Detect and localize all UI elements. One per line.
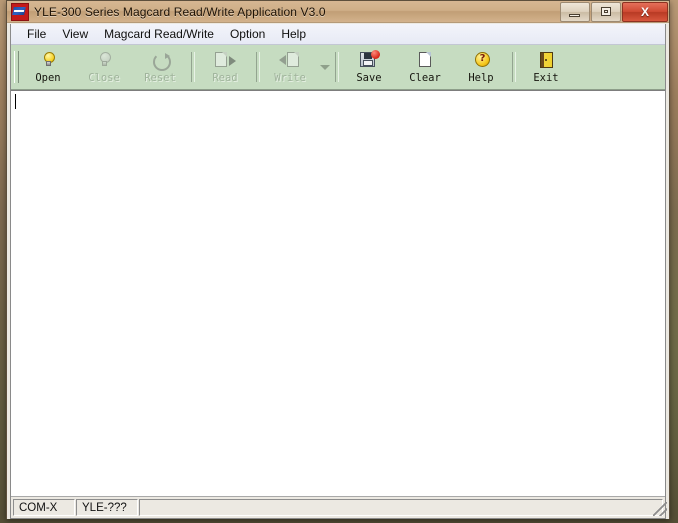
toolbar-label-close: Close (88, 71, 120, 84)
toolbar-button-help[interactable]: ? Help (453, 45, 509, 89)
minimize-button[interactable] (560, 2, 590, 22)
chevron-down-icon[interactable] (318, 45, 332, 89)
window-inner-panel: File View Magcard Read/Write Option Help… (10, 24, 666, 519)
menu-item-option[interactable]: Option (222, 25, 273, 43)
toolbar-button-reset[interactable]: Reset (132, 45, 188, 89)
write-card-icon (279, 51, 301, 71)
menu-item-file[interactable]: File (19, 25, 54, 43)
toolbar-button-write[interactable]: Write (262, 45, 318, 89)
menu-item-view[interactable]: View (54, 25, 96, 43)
status-bar: COM-X YLE-??? (11, 496, 665, 518)
toolbar-separator-1 (188, 45, 197, 89)
log-text-area[interactable] (11, 90, 665, 496)
toolbar-button-clear[interactable]: Clear (397, 45, 453, 89)
toolbar-label-help: Help (468, 71, 494, 84)
toolbar-button-exit[interactable]: Exit (518, 45, 574, 89)
toolbar-label-save: Save (356, 71, 382, 84)
toolbar-label-exit: Exit (533, 71, 559, 84)
toolbar-button-open[interactable]: Open (20, 45, 76, 89)
floppy-save-icon (358, 49, 380, 71)
status-panel-message (139, 499, 663, 516)
lightbulb-icon (37, 51, 59, 71)
question-mark-icon: ? (470, 51, 492, 71)
menu-bar: File View Magcard Read/Write Option Help (11, 24, 665, 45)
toolbar-label-clear: Clear (409, 71, 441, 84)
toolbar-separator-2 (253, 45, 262, 89)
toolbar-button-save[interactable]: Save (341, 45, 397, 89)
toolbar-separator-4 (509, 45, 518, 89)
toolbar-drag-handle[interactable] (13, 45, 20, 89)
app-icon-stripe-shape (13, 9, 25, 12)
window-controls: X (559, 2, 668, 22)
toolbar: Open Close Reset Read Write Save Clear ?… (11, 45, 665, 90)
title-bar: YLE-300 Series Magcard Read/Write Applic… (7, 1, 669, 23)
lightbulb-off-icon (93, 51, 115, 71)
read-card-icon (214, 51, 236, 71)
toolbar-label-open: Open (35, 71, 61, 84)
maximize-icon (601, 7, 611, 16)
window-title: YLE-300 Series Magcard Read/Write Applic… (34, 4, 326, 19)
application-window: YLE-300 Series Magcard Read/Write Applic… (6, 0, 670, 519)
maximize-button[interactable] (591, 2, 621, 22)
menu-item-magcard-read-write[interactable]: Magcard Read/Write (96, 25, 222, 43)
status-panel-port: COM-X (13, 499, 75, 516)
blank-page-icon (414, 51, 436, 71)
close-button[interactable]: X (622, 2, 668, 22)
close-icon: X (640, 5, 649, 19)
menu-item-help[interactable]: Help (273, 25, 314, 43)
window-client-area: File View Magcard Read/Write Option Help… (7, 23, 669, 519)
toolbar-button-read[interactable]: Read (197, 45, 253, 89)
resize-grip[interactable] (653, 502, 667, 516)
exit-door-icon (535, 51, 557, 71)
toolbar-label-reset: Reset (144, 71, 176, 84)
magcard-app-icon (11, 2, 29, 21)
toolbar-label-write: Write (274, 71, 306, 84)
minimize-icon (569, 14, 580, 17)
status-panel-device: YLE-??? (76, 499, 138, 516)
toolbar-button-close[interactable]: Close (76, 45, 132, 89)
toolbar-separator-3 (332, 45, 341, 89)
toolbar-label-read: Read (212, 71, 238, 84)
refresh-icon (149, 51, 171, 71)
log-text-content[interactable] (15, 94, 663, 494)
